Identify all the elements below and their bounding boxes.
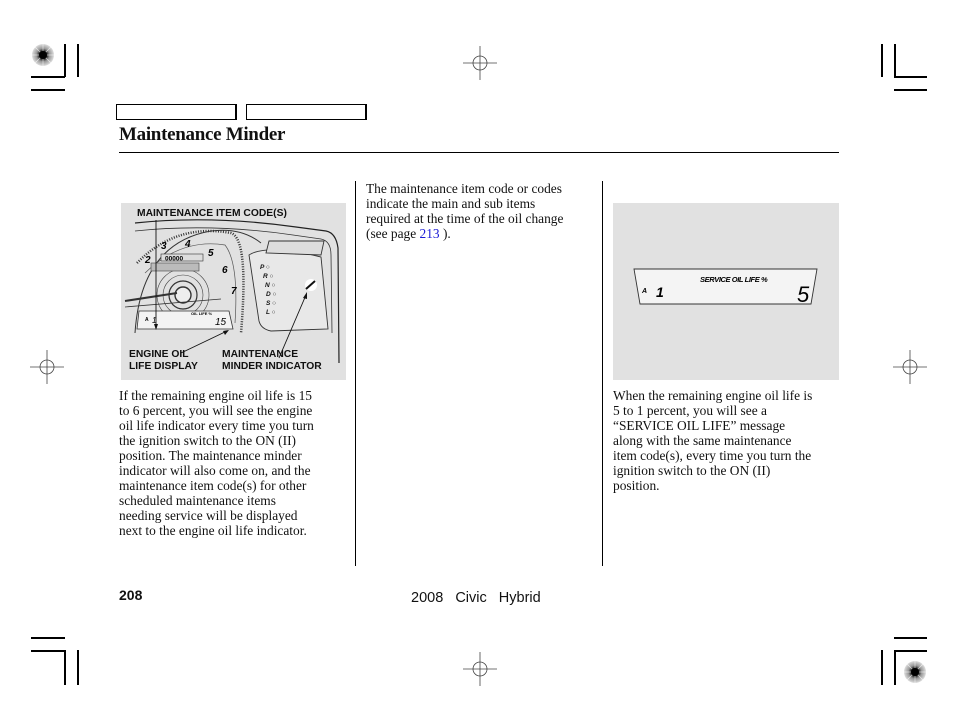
lcd-display-illustration: A 1 SERVICE OIL LIFE % 5 xyxy=(633,268,818,307)
left-column-text: If the remaining engine oil life is 15 t… xyxy=(119,388,314,538)
tach-number: 3 xyxy=(161,241,167,252)
display-code-letter: A xyxy=(641,288,647,295)
section-tab-2[interactable] xyxy=(246,104,367,120)
display-label: OIL LIFE % xyxy=(191,311,212,316)
crosshair-icon xyxy=(463,652,497,686)
display-code-letter: A xyxy=(145,317,149,323)
service-oil-life-figure: A 1 SERVICE OIL LIFE % 5 xyxy=(613,203,839,380)
display-label: SERVICE OIL LIFE % xyxy=(700,275,768,284)
page-title: Maintenance Minder xyxy=(119,124,286,145)
crosshair-icon xyxy=(893,350,927,384)
display-code-number: 1 xyxy=(656,284,664,300)
tach-number: 7 xyxy=(231,286,237,297)
tach-number: 4 xyxy=(184,239,191,250)
registration-target-icon xyxy=(904,661,926,683)
book-title: 2008 Civic Hybrid xyxy=(411,590,541,606)
column-divider xyxy=(355,181,356,566)
tach-number: 6 xyxy=(222,265,228,276)
middle-column-text: The maintenance item code or codes indic… xyxy=(366,181,564,241)
callout-maintenance-minder-indicator: MAINTENANCE MINDER INDICATOR xyxy=(222,349,322,372)
gear-indicator: P ○ R ○ N ○ D ○ S ○ L ○ xyxy=(260,264,277,316)
display-value: 5 xyxy=(797,282,810,307)
display-value: 15 xyxy=(215,317,227,328)
instrument-panel-figure: 2 3 4 5 6 7 00000 A 1 OIL LIFE % 15 P ○ … xyxy=(121,203,346,380)
crosshair-icon xyxy=(30,350,64,384)
section-tab-1[interactable] xyxy=(116,104,237,120)
column-divider xyxy=(602,181,603,566)
right-column-text: When the remaining engine oil life is 5 … xyxy=(613,388,813,493)
registration-target-icon xyxy=(32,44,54,66)
title-rule xyxy=(119,152,839,153)
odometer: 00000 xyxy=(165,256,183,263)
page-number: 208 xyxy=(119,587,143,603)
crosshair-icon xyxy=(463,46,497,80)
callout-engine-oil-life-display: ENGINE OIL LIFE DISPLAY xyxy=(129,349,198,372)
tach-number: 2 xyxy=(144,255,151,266)
callout-maintenance-item-codes: MAINTENANCE ITEM CODE(S) xyxy=(137,208,287,219)
tach-number: 5 xyxy=(208,248,214,259)
page-reference-link[interactable]: 213 xyxy=(420,226,440,241)
